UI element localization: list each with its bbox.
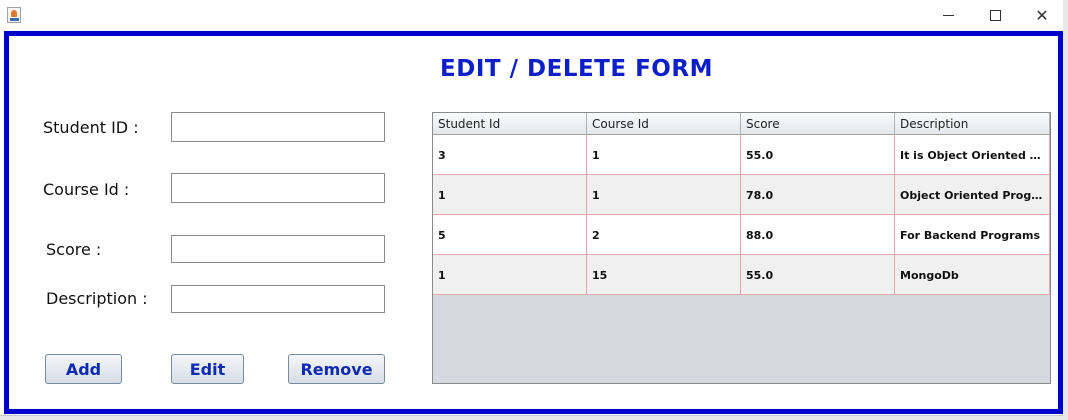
cell-course-id[interactable]: 1 <box>587 175 741 214</box>
table-body: 3 1 55.0 It is Object Oriented Pr... 1 1… <box>433 135 1050 295</box>
minimize-icon <box>942 15 954 16</box>
cell-course-id[interactable]: 1 <box>587 135 741 174</box>
cell-student-id[interactable]: 5 <box>433 215 587 254</box>
cell-course-id[interactable]: 2 <box>587 215 741 254</box>
cell-score[interactable]: 88.0 <box>741 215 895 254</box>
cell-description[interactable]: For Backend Programs <box>895 215 1050 254</box>
maximize-button[interactable] <box>972 0 1018 31</box>
java-cup-icon <box>7 7 21 23</box>
cell-description[interactable]: MongoDb <box>895 255 1050 294</box>
title-bar: ✕ <box>0 0 1063 31</box>
cell-score[interactable]: 55.0 <box>741 255 895 294</box>
column-header-course-id[interactable]: Course Id <box>587 113 741 135</box>
close-button[interactable]: ✕ <box>1019 0 1065 31</box>
cell-student-id[interactable]: 1 <box>433 255 587 294</box>
description-input[interactable] <box>171 285 385 313</box>
cell-score[interactable]: 55.0 <box>741 135 895 174</box>
course-id-label: Course Id : <box>43 180 130 199</box>
column-header-student-id[interactable]: Student Id <box>433 113 587 135</box>
cell-description[interactable]: Object Oriented Progra... <box>895 175 1050 214</box>
minimize-button[interactable] <box>925 0 971 31</box>
cell-score[interactable]: 78.0 <box>741 175 895 214</box>
page-title: EDIT / DELETE FORM <box>440 56 713 82</box>
table-row[interactable]: 1 1 78.0 Object Oriented Progra... <box>433 175 1050 215</box>
table-row[interactable]: 5 2 88.0 For Backend Programs <box>433 215 1050 255</box>
add-button[interactable]: Add <box>45 354 122 384</box>
column-header-score[interactable]: Score <box>741 113 895 135</box>
table-header: Student Id Course Id Score Description <box>433 113 1050 135</box>
student-id-input[interactable] <box>171 112 385 142</box>
score-input[interactable] <box>171 235 385 263</box>
cell-student-id[interactable]: 1 <box>433 175 587 214</box>
student-id-label: Student ID : <box>43 118 139 137</box>
form-panel: EDIT / DELETE FORM Student ID : Course I… <box>4 31 1063 414</box>
cell-description[interactable]: It is Object Oriented Pr... <box>895 135 1050 174</box>
maximize-icon <box>989 10 1001 21</box>
cell-student-id[interactable]: 3 <box>433 135 587 174</box>
course-id-input[interactable] <box>171 173 385 203</box>
cell-course-id[interactable]: 15 <box>587 255 741 294</box>
table-row[interactable]: 1 15 55.0 MongoDb <box>433 255 1050 295</box>
remove-button[interactable]: Remove <box>288 354 385 384</box>
score-label: Score : <box>46 240 102 259</box>
description-label: Description : <box>46 289 148 308</box>
records-table[interactable]: Student Id Course Id Score Description 3… <box>432 112 1051 384</box>
close-icon: ✕ <box>1035 5 1049 25</box>
column-header-description[interactable]: Description <box>895 113 1050 135</box>
table-row[interactable]: 3 1 55.0 It is Object Oriented Pr... <box>433 135 1050 175</box>
edit-button[interactable]: Edit <box>171 354 244 384</box>
app-window: ✕ EDIT / DELETE FORM Student ID : Course… <box>0 0 1063 416</box>
